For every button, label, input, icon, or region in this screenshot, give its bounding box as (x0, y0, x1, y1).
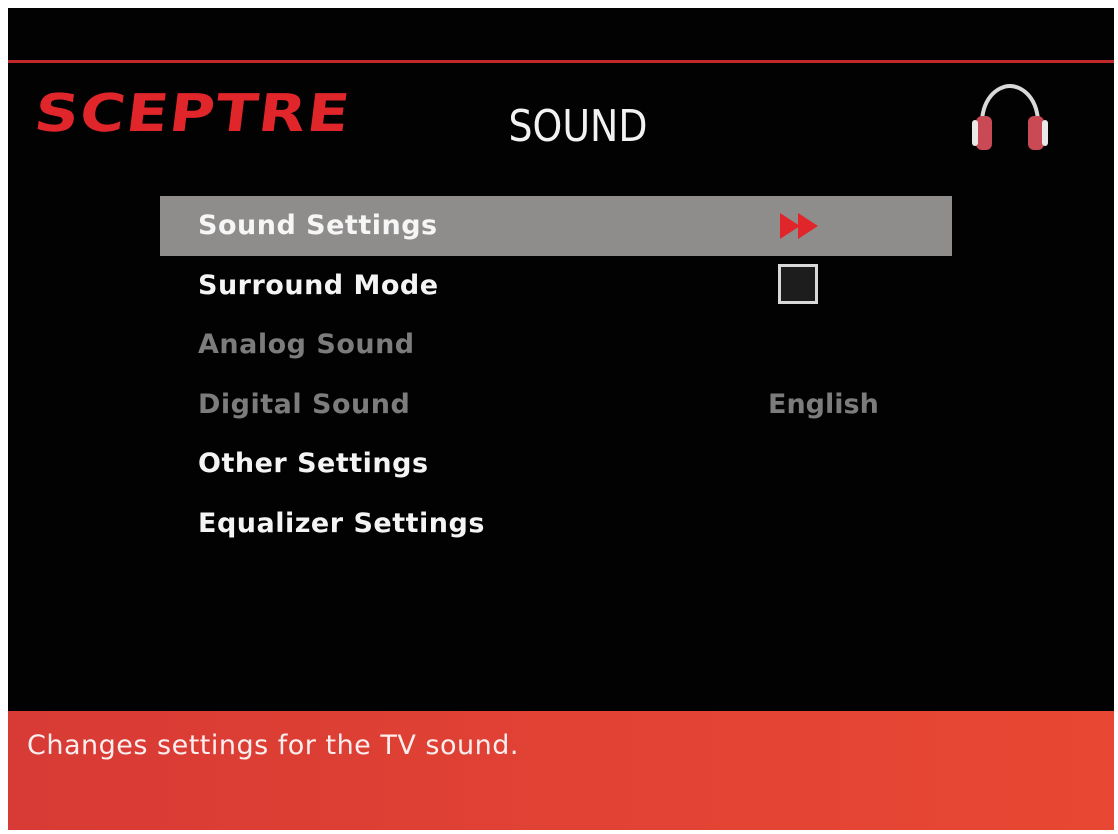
menu-item-digital-sound: Digital Sound English (160, 375, 952, 435)
menu-item-analog-sound: Analog Sound (160, 315, 952, 375)
double-arrow-right-icon (780, 213, 818, 239)
menu-item-surround-mode[interactable]: Surround Mode (160, 256, 952, 316)
help-status-bar: Changes settings for the TV sound. (8, 711, 1114, 830)
menu-item-other-settings[interactable]: Other Settings (160, 434, 952, 494)
headphones-icon (972, 83, 1048, 150)
help-text: Changes settings for the TV sound. (27, 730, 519, 761)
digital-sound-value: English (768, 388, 879, 420)
menu-item-equalizer-settings[interactable]: Equalizer Settings (160, 494, 952, 554)
menu-item-label: Analog Sound (198, 329, 415, 360)
menu-item-label: Digital Sound (198, 388, 411, 420)
top-divider (8, 60, 1114, 63)
menu-item-sound-settings[interactable]: Sound Settings (160, 196, 952, 256)
page-title: SOUND (508, 101, 648, 152)
sceptre-logo: SCEPTRE (31, 84, 354, 144)
surround-mode-checkbox[interactable] (778, 263, 818, 304)
menu-item-label: Surround Mode (198, 269, 439, 301)
menu-item-label: Equalizer Settings (198, 507, 485, 539)
sound-menu: Sound Settings Surround Mode Analog Soun… (160, 196, 952, 553)
tv-menu-screen: SCEPTRE SOUND Sound Settings Surround Mo… (8, 8, 1114, 830)
menu-item-label: Other Settings (198, 448, 429, 479)
menu-item-label: Sound Settings (198, 210, 438, 241)
